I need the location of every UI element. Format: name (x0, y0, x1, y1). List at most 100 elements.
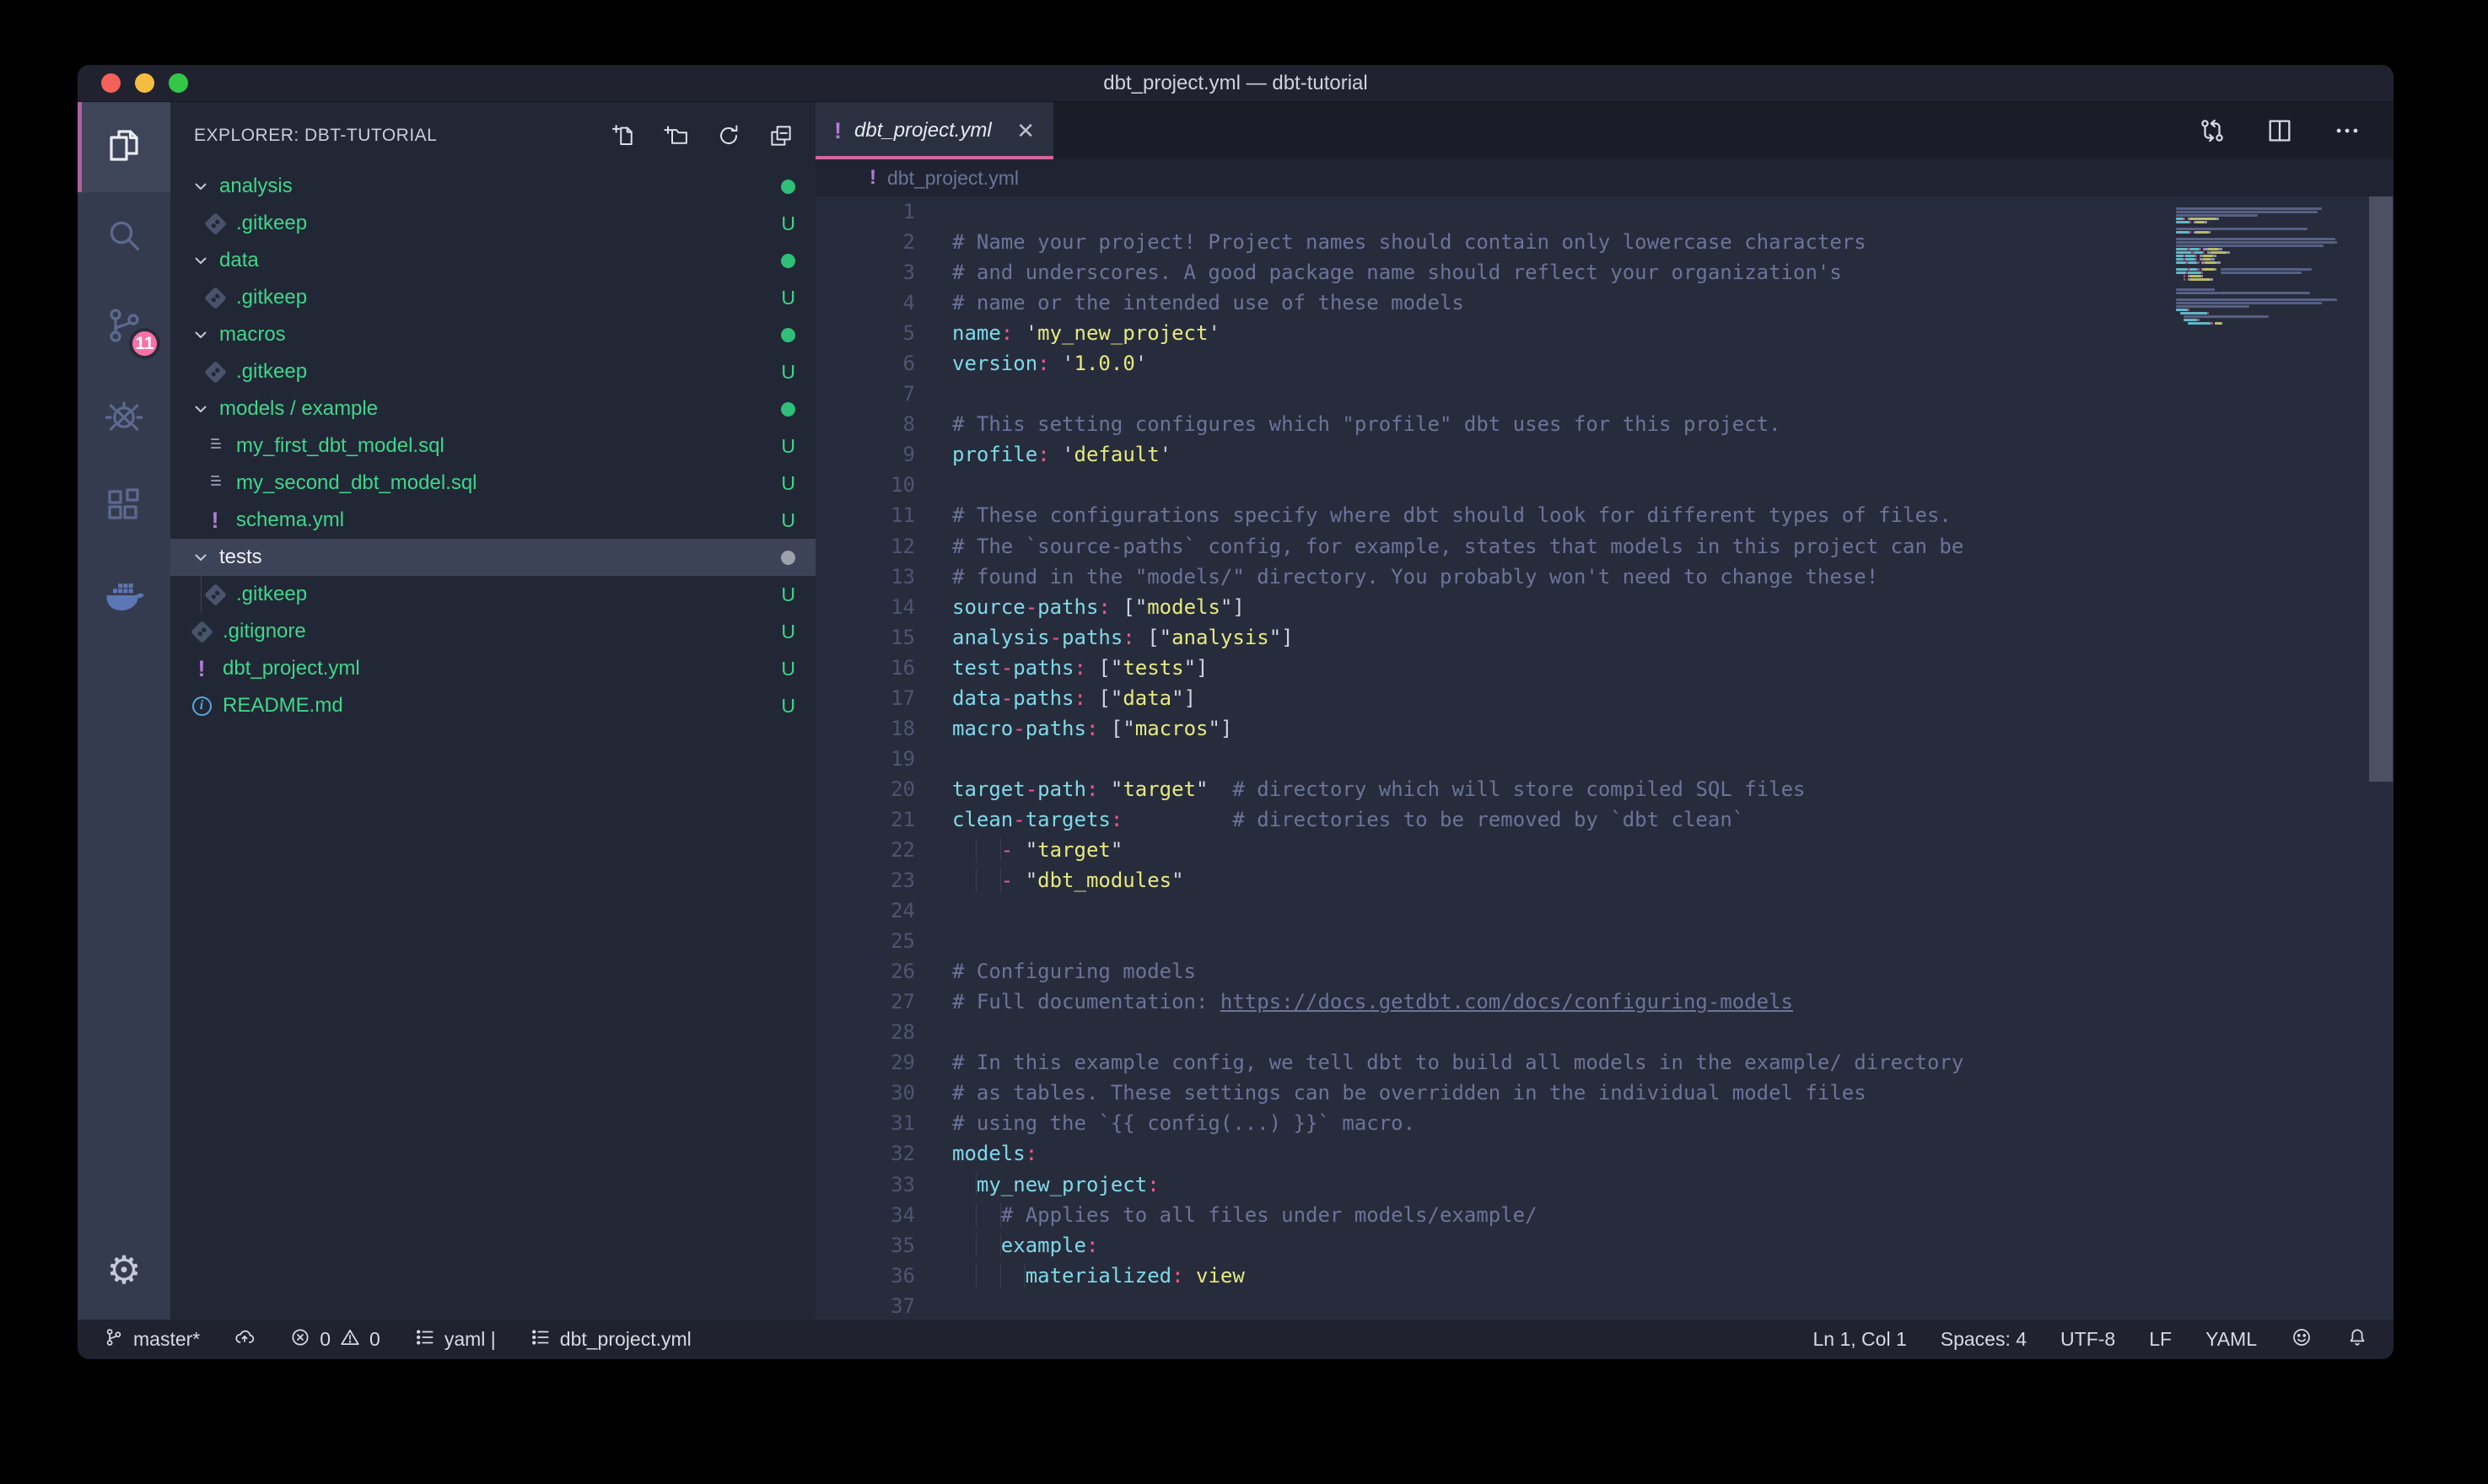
git-untracked-badge: U (781, 212, 795, 235)
minimize-window-button[interactable] (135, 73, 154, 93)
status-branch-indicator[interactable]: master* (103, 1326, 200, 1353)
code-line-36: materialized: view (952, 1261, 2176, 1291)
status-feedback[interactable] (2291, 1326, 2313, 1353)
code-line-37 (952, 1291, 2176, 1320)
activity-item-source-control[interactable]: 11 (78, 282, 170, 373)
activity-item-explorer[interactable] (78, 102, 170, 192)
breadcrumb[interactable]: ! dbt_project.yml (816, 159, 2394, 196)
info-icon: i (192, 696, 212, 716)
breadcrumb-warning-icon: ! (870, 166, 876, 190)
git-untracked-badge: U (781, 472, 795, 495)
tree-file--gitkeep[interactable]: .gitkeepU (170, 205, 816, 242)
breadcrumb-file: dbt_project.yml (887, 167, 1019, 190)
refresh-icon[interactable] (716, 123, 741, 148)
tree-folder-macros[interactable]: macros (170, 316, 816, 353)
tree-file-readme-md[interactable]: iREADME.mdU (170, 687, 816, 724)
activity-item-extensions[interactable] (78, 463, 170, 553)
new-folder-icon[interactable] (664, 123, 689, 148)
settings-gear-icon[interactable]: ⚙ (78, 1232, 170, 1308)
chevron-down-icon (191, 399, 211, 419)
git-status-dot (781, 402, 795, 417)
collapse-all-icon[interactable] (768, 123, 794, 148)
code-line-29: # In this example config, we tell dbt to… (952, 1047, 2176, 1078)
git-icon (204, 287, 227, 309)
status-bar: master* 00 yaml | dbt_project.yml Ln 1, Col… (78, 1320, 2394, 1359)
open-changes-icon[interactable] (2198, 116, 2227, 145)
status-problems-indicator[interactable]: 00 (289, 1326, 380, 1353)
split-editor-icon[interactable] (2265, 116, 2294, 145)
scm-changes-badge: 11 (129, 328, 160, 359)
tree-folder-tests[interactable]: tests (170, 539, 816, 576)
status-encoding[interactable]: UTF-8 (2060, 1328, 2115, 1351)
chevron-down-icon (191, 250, 211, 271)
tree-file--gitkeep[interactable]: .gitkeepU (170, 576, 816, 613)
status-eol-sequence[interactable]: LF (2149, 1328, 2172, 1351)
tab-bar: ! dbt_project.yml ✕ (816, 102, 2394, 159)
tree-file--gitkeep[interactable]: .gitkeepU (170, 279, 816, 316)
git-untracked-badge: U (781, 621, 795, 643)
git-untracked-badge: U (781, 658, 795, 680)
tree-folder-data[interactable]: data (170, 242, 816, 279)
activity-item-debug[interactable] (78, 373, 170, 463)
list-icon (530, 1326, 552, 1353)
tree-file--gitignore[interactable]: .gitignoreU (170, 613, 816, 650)
code-content[interactable]: # Name your project! Project names shoul… (915, 196, 2176, 1320)
tree-folder-analysis[interactable]: analysis (170, 168, 816, 205)
activity-item-search[interactable] (78, 192, 170, 282)
code-line-8: # This setting configures which "profile… (952, 409, 2176, 439)
code-line-18: macro-paths: ["macros"] (952, 713, 2176, 744)
code-line-20: target-path: "target" # directory which … (952, 774, 2176, 804)
tab-warning-icon: ! (834, 118, 842, 144)
explorer-sidebar: EXPLORER: DBT-TUTORIAL analysis.gitkeepU… (170, 102, 816, 1320)
tree-file-dbt-project-yml[interactable]: !dbt_project.ymlU (170, 650, 816, 687)
code-line-17: data-paths: ["data"] (952, 683, 2176, 713)
code-line-34: # Applies to all files under models/exam… (952, 1200, 2176, 1230)
code-line-25 (952, 926, 2176, 956)
code-line-11: # These configurations specify where dbt… (952, 500, 2176, 530)
code-line-2: # Name your project! Project names shoul… (952, 227, 2176, 257)
zoom-window-button[interactable] (169, 73, 188, 93)
code-line-26: # Configuring models (952, 956, 2176, 987)
status-cursor-position[interactable]: Ln 1, Col 1 (1813, 1328, 1907, 1351)
code-line-6: version: '1.0.0' (952, 348, 2176, 379)
editor-actions (2198, 102, 2394, 159)
status-language-mode[interactable]: YAML (2205, 1328, 2257, 1351)
chevron-down-icon (191, 176, 211, 196)
cloud-upload-icon (234, 1326, 256, 1353)
tree-folder-models-example[interactable]: models / example (170, 390, 816, 427)
more-actions-icon[interactable] (2333, 116, 2361, 145)
close-window-button[interactable] (101, 73, 121, 93)
status-notifications[interactable] (2346, 1326, 2368, 1353)
code-line-9: profile: 'default' (952, 439, 2176, 470)
activity-item-docker[interactable] (78, 553, 170, 643)
git-untracked-badge: U (781, 435, 795, 458)
code-line-33: my_new_project: (952, 1169, 2176, 1200)
tree-file-my-second-dbt-model-sql[interactable]: my_second_dbt_model.sqlU (170, 465, 816, 502)
git-status-dot (781, 328, 795, 342)
status-publish-changes[interactable] (234, 1326, 256, 1353)
status-indentation[interactable]: Spaces: 4 (1941, 1328, 2027, 1351)
explorer-header: EXPLORER: DBT-TUTORIAL (170, 102, 816, 158)
code-editor[interactable]: 1234567891011121314151617181920212223242… (816, 196, 2394, 1320)
minimap[interactable] (2176, 196, 2368, 1320)
vertical-scrollbar[interactable] (2368, 196, 2394, 1320)
status-active-file-indicator[interactable]: dbt_project.yml (530, 1326, 692, 1353)
yaml-warning-icon: ! (212, 509, 219, 532)
tab-dbt-project-yml[interactable]: ! dbt_project.yml ✕ (816, 102, 1053, 159)
editor-group: ! dbt_project.yml ✕ ! dbt_project.yml 12… (816, 102, 2394, 1320)
git-status-dot (781, 180, 795, 194)
debug-icon (104, 395, 144, 440)
code-line-16: test-paths: ["tests"] (952, 653, 2176, 683)
vscode-window: dbt_project.yml — dbt-tutorial 11 ⚙ EXPL… (78, 65, 2394, 1359)
tree-file-my-first-dbt-model-sql[interactable]: my_first_dbt_model.sqlU (170, 427, 816, 465)
warning-icon (339, 1326, 361, 1353)
status-yaml-selector[interactable]: yaml | (414, 1326, 496, 1353)
scrollbar-thumb[interactable] (2369, 196, 2393, 782)
chevron-down-icon (191, 547, 211, 567)
tree-file-schema-yml[interactable]: !schema.ymlU (170, 502, 816, 539)
tab-close-icon[interactable]: ✕ (1016, 118, 1035, 144)
list-icon (414, 1326, 436, 1353)
code-line-10 (952, 470, 2176, 500)
tree-file--gitkeep[interactable]: .gitkeepU (170, 353, 816, 390)
new-file-icon[interactable] (611, 123, 637, 148)
